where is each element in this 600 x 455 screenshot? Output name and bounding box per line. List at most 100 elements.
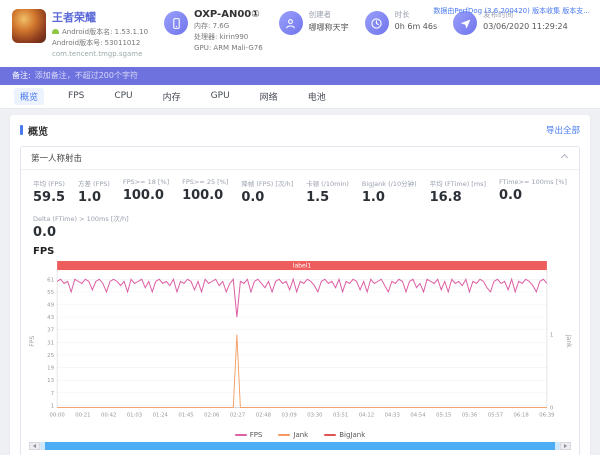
phone-icon bbox=[164, 11, 189, 35]
svg-text:03:09: 03:09 bbox=[281, 412, 296, 418]
stat-var-fps: 方差 (FPS) 1.0 bbox=[77, 179, 110, 205]
collapse-chevron-icon[interactable] bbox=[560, 154, 569, 162]
svg-text:02:48: 02:48 bbox=[256, 412, 272, 418]
scrollbar-track[interactable] bbox=[40, 442, 560, 451]
stat-frame-drop: 降帧 (FPS) [次/h] 0.0 bbox=[241, 179, 294, 205]
svg-text:37: 37 bbox=[47, 327, 54, 333]
android-version-code: Android版本号: 53011012 bbox=[52, 39, 141, 48]
svg-text:13: 13 bbox=[47, 378, 54, 384]
legend-marker-icon bbox=[278, 434, 291, 437]
person-icon bbox=[278, 11, 303, 35]
stat-fps-ge-18: FPS>= 18 [%] 100.0 bbox=[122, 177, 170, 203]
svg-text:FPS: FPS bbox=[29, 335, 36, 346]
svg-text:49: 49 bbox=[47, 302, 54, 308]
fps-chart[interactable]: label1 61 55 49 43 37 31 25 19 13 7 1 1 0 00:00 00:21 00… bbox=[21, 257, 579, 432]
device-chipset: 处理器: kirin990 bbox=[194, 33, 249, 42]
app-header: 王者荣耀 Android版本名: 1.53.1.10 Android版本号: 5… bbox=[0, 0, 600, 67]
duration-label: 时长 bbox=[394, 10, 410, 19]
tab-overview[interactable]: 概览 bbox=[14, 87, 45, 105]
device-gpu: GPU: ARM Mali-G76 bbox=[194, 44, 263, 53]
chart-scrollbar[interactable] bbox=[29, 442, 571, 451]
stat-ftime-ge-100ms: FTime>= 100ms [%] 0.0 bbox=[499, 177, 567, 203]
svg-text:00:42: 00:42 bbox=[101, 412, 116, 418]
stats-row-2: Delta (FTime) > 100ms [次/h] 0.0 bbox=[33, 213, 567, 240]
overview-header: 概览 导出全部 bbox=[20, 123, 580, 138]
svg-text:05:36: 05:36 bbox=[462, 412, 478, 418]
svg-text:06:39: 06:39 bbox=[539, 412, 554, 418]
creator-block: 创建者 哪哪称天宇 bbox=[278, 9, 349, 35]
fps-panel: 第一人称射击 平均 (FPS) 59.5 方差 (FPS) 1.0 FPS>= … bbox=[20, 145, 580, 455]
legend-jank[interactable]: Jank bbox=[278, 431, 308, 439]
arrow-right-icon bbox=[564, 444, 567, 449]
svg-text:02:06: 02:06 bbox=[204, 412, 220, 418]
svg-text:19: 19 bbox=[47, 365, 54, 371]
scroll-right-button[interactable] bbox=[560, 442, 571, 451]
svg-text:43: 43 bbox=[47, 315, 54, 321]
tab-battery[interactable]: 电池 bbox=[302, 88, 332, 105]
arrow-left-icon bbox=[33, 444, 36, 449]
svg-text:01:45: 01:45 bbox=[178, 412, 193, 418]
accent-bar bbox=[20, 125, 23, 136]
panel-header: 第一人称射击 bbox=[21, 147, 579, 170]
main-content: 概览 导出全部 第一人称射击 平均 (FPS) 59.5 方差 (FPS) 1.… bbox=[0, 109, 600, 455]
duration-block: 时长 0h 6m 46s bbox=[364, 9, 438, 35]
creator-value: 哪哪称天宇 bbox=[308, 23, 349, 32]
published-value: 03/06/2020 11:29:24 bbox=[483, 22, 568, 31]
panel-title: 第一人称射击 bbox=[31, 153, 83, 164]
fps-chart-svg[interactable]: label1 61 55 49 43 37 31 25 19 13 7 1 1 0 00:00 00:21 00… bbox=[27, 259, 573, 432]
scrollbar-thumb[interactable] bbox=[45, 442, 555, 451]
svg-text:03:30: 03:30 bbox=[307, 412, 323, 418]
export-all-link[interactable]: 导出全部 bbox=[546, 124, 580, 136]
scroll-left-button[interactable] bbox=[29, 442, 40, 451]
legend-bigjank[interactable]: BigJank bbox=[324, 431, 365, 439]
svg-text:01:24: 01:24 bbox=[153, 412, 169, 418]
svg-text:1: 1 bbox=[51, 403, 55, 409]
jank-line bbox=[57, 334, 547, 408]
svg-text:25: 25 bbox=[47, 353, 54, 359]
svg-text:label1: label1 bbox=[293, 262, 312, 269]
game-title: 王者荣耀 bbox=[52, 11, 96, 24]
stats-section: 平均 (FPS) 59.5 方差 (FPS) 1.0 FPS>= 18 [%] … bbox=[21, 170, 579, 240]
stats-row-1: 平均 (FPS) 59.5 方差 (FPS) 1.0 FPS>= 18 [%] … bbox=[33, 178, 567, 205]
fps-chart-title: FPS bbox=[33, 245, 55, 257]
svg-text:06:18: 06:18 bbox=[513, 412, 529, 418]
game-info-block: 王者荣耀 Android版本名: 1.53.1.10 Android版本号: 5… bbox=[12, 9, 148, 61]
chart-legend: FPS Jank BigJank bbox=[21, 431, 579, 439]
stat-bigjank: BigJank (/10分钟) 1.0 bbox=[361, 179, 417, 205]
tab-network[interactable]: 网络 bbox=[254, 88, 284, 105]
svg-text:7: 7 bbox=[51, 390, 55, 396]
svg-text:04:12: 04:12 bbox=[359, 412, 374, 418]
svg-text:0: 0 bbox=[550, 405, 554, 411]
legend-marker-icon bbox=[234, 434, 247, 437]
android-version-name: Android版本名: 1.53.1.10 bbox=[52, 27, 148, 38]
creator-label: 创建者 bbox=[308, 10, 332, 19]
svg-text:05:15: 05:15 bbox=[436, 412, 451, 418]
tab-bar: 概览 FPS CPU 内存 GPU 网络 电池 bbox=[0, 84, 600, 109]
svg-text:Jank: Jank bbox=[565, 333, 572, 347]
svg-text:01:03: 01:03 bbox=[127, 412, 142, 418]
clock-icon bbox=[364, 11, 389, 35]
fps-line bbox=[56, 277, 548, 317]
tab-cpu[interactable]: CPU bbox=[108, 89, 138, 103]
svg-text:03:51: 03:51 bbox=[333, 412, 348, 418]
tab-gpu[interactable]: GPU bbox=[205, 89, 236, 103]
collector-version-note[interactable]: 数据由PerfDog (3.6.200420) 版本收集 版本支... bbox=[433, 6, 590, 16]
svg-text:61: 61 bbox=[47, 277, 54, 283]
game-app-icon bbox=[12, 9, 46, 43]
svg-text:31: 31 bbox=[47, 340, 54, 346]
notes-placeholder[interactable]: 添加备注，不超过200个字符 bbox=[35, 70, 138, 81]
device-model: OXP-AN00① bbox=[194, 9, 260, 20]
package-name: com.tencent.tmgp.sgame bbox=[52, 50, 143, 59]
svg-text:00:00: 00:00 bbox=[49, 412, 65, 418]
notes-bar[interactable]: 备注: 添加备注，不超过200个字符 bbox=[0, 66, 600, 85]
notes-label: 备注: bbox=[12, 71, 31, 81]
tab-memory[interactable]: 内存 bbox=[157, 88, 187, 105]
duration-value: 0h 6m 46s bbox=[394, 22, 438, 31]
legend-marker-icon bbox=[324, 434, 337, 437]
android-icon bbox=[52, 29, 59, 34]
svg-text:00:21: 00:21 bbox=[75, 412, 90, 418]
legend-fps[interactable]: FPS bbox=[234, 431, 262, 439]
stat-avg-fps: 平均 (FPS) 59.5 bbox=[33, 179, 66, 205]
svg-text:04:33: 04:33 bbox=[385, 412, 400, 418]
tab-fps[interactable]: FPS bbox=[62, 89, 90, 103]
